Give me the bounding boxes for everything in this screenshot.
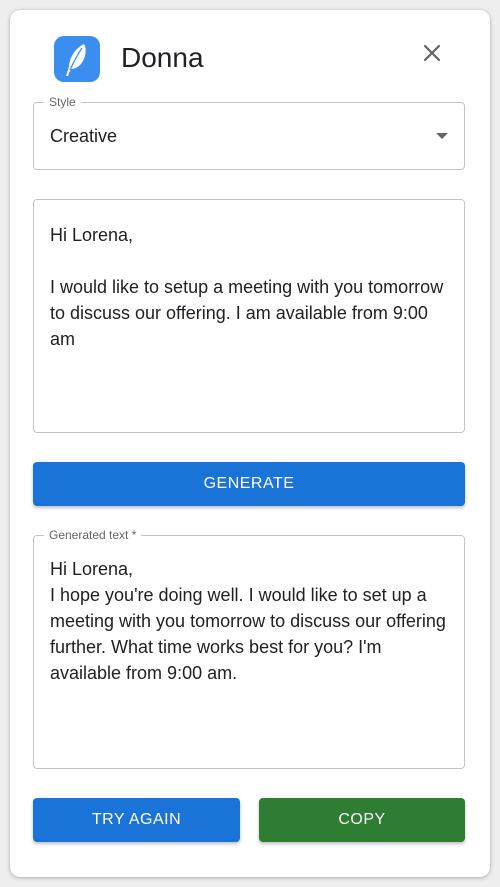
- chevron-down-icon: [436, 133, 448, 139]
- input-text: Hi Lorena, I would like to setup a meeti…: [50, 225, 444, 349]
- style-select[interactable]: Style Creative: [33, 95, 465, 170]
- generate-button[interactable]: GENERATE: [33, 462, 465, 506]
- try-again-button[interactable]: TRY AGAIN: [33, 798, 240, 842]
- generated-text-label: Generated text *: [44, 528, 142, 542]
- generated-text: Hi Lorena, I hope you're doing well. I w…: [50, 559, 446, 683]
- input-textarea[interactable]: Hi Lorena, I would like to setup a meeti…: [33, 199, 465, 433]
- app-title: Donna: [121, 42, 204, 73]
- copy-button[interactable]: COPY: [259, 798, 465, 842]
- generated-textarea[interactable]: Generated text * Hi Lorena, I hope you'r…: [33, 528, 465, 769]
- panel-header: Donna: [10, 10, 490, 110]
- donna-panel: Donna Style Creative Hi Lorena, I would …: [10, 10, 490, 877]
- close-icon[interactable]: [418, 39, 446, 67]
- style-select-label: Style: [44, 95, 81, 109]
- style-select-value: Creative: [50, 126, 118, 146]
- feather-logo-icon: [54, 36, 100, 82]
